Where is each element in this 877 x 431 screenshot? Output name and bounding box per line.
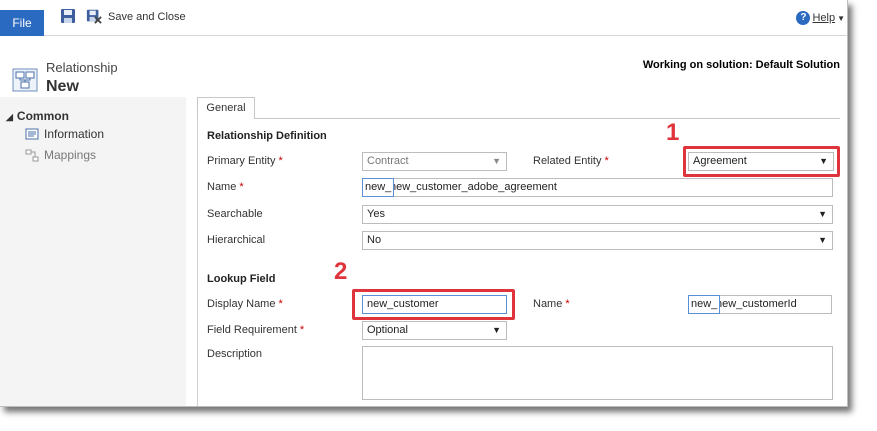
field-requirement-label: Field Requirement * bbox=[207, 324, 304, 336]
collapse-triangle-icon: ◢ bbox=[6, 112, 13, 122]
nav-item-information[interactable]: Information bbox=[25, 127, 104, 141]
chevron-down-icon: ▼ bbox=[837, 13, 845, 23]
section-title-relationship-definition: Relationship Definition bbox=[207, 130, 327, 142]
relationship-name-input[interactable]: new_customer_adobe_agreement bbox=[362, 178, 833, 197]
nav-section-label: Common bbox=[16, 109, 69, 123]
mappings-icon bbox=[25, 149, 39, 161]
hierarchical-value: No bbox=[367, 234, 382, 246]
nav-section-common[interactable]: ◢ Common bbox=[6, 109, 69, 123]
display-name-label-text: Display Name bbox=[207, 298, 276, 310]
primary-entity-label-text: Primary Entity bbox=[207, 155, 276, 167]
searchable-label: Searchable bbox=[207, 208, 263, 220]
nav-item-label: Mappings bbox=[44, 148, 97, 162]
required-marker: * bbox=[299, 324, 305, 336]
required-marker: * bbox=[278, 298, 283, 310]
left-navigation: ◢ Common Information Mappings bbox=[0, 97, 186, 406]
name-prefix: new_ bbox=[362, 178, 395, 197]
related-entity-label-text: Related Entity bbox=[533, 155, 602, 167]
help-label: Help bbox=[812, 12, 836, 24]
nav-item-label: Information bbox=[44, 127, 105, 141]
help-icon: ? bbox=[796, 11, 811, 25]
required-marker: * bbox=[278, 155, 283, 167]
dropdown-arrow-icon: ▼ bbox=[492, 325, 501, 335]
field-requirement-select[interactable]: Optional ▼ bbox=[362, 321, 507, 340]
lookup-name-prefix: new_ bbox=[688, 295, 721, 314]
tab-general[interactable]: General bbox=[197, 97, 255, 119]
required-marker: * bbox=[565, 298, 570, 310]
highlight-box-display-name bbox=[352, 289, 515, 320]
lookup-name-value: new_customerId bbox=[716, 298, 797, 310]
dropdown-arrow-icon: ▼ bbox=[492, 156, 501, 166]
required-marker: * bbox=[604, 155, 609, 167]
searchable-select[interactable]: Yes ▼ bbox=[362, 205, 833, 224]
help-button[interactable]: ? Help ▼ bbox=[796, 11, 845, 25]
primary-entity-select: Contract ▼ bbox=[362, 152, 507, 171]
entity-type-label: Relationship bbox=[46, 60, 118, 75]
dropdown-arrow-icon: ▼ bbox=[818, 235, 827, 245]
searchable-value: Yes bbox=[367, 208, 385, 220]
save-icon[interactable] bbox=[60, 8, 76, 24]
primary-entity-value: Contract bbox=[367, 155, 409, 167]
display-name-label: Display Name * bbox=[207, 298, 283, 310]
field-requirement-value: Optional bbox=[367, 324, 408, 336]
name-label: Name * bbox=[207, 181, 244, 193]
hierarchical-select[interactable]: No ▼ bbox=[362, 231, 833, 250]
command-bar: File Save and Close ? Help ▼ bbox=[0, 0, 847, 36]
record-title: New bbox=[46, 78, 79, 95]
lookup-name-label-text: Name bbox=[533, 298, 563, 310]
dropdown-arrow-icon: ▼ bbox=[818, 209, 827, 219]
description-textarea[interactable] bbox=[362, 346, 833, 400]
relationship-name-value: new_customer_adobe_agreement bbox=[390, 181, 557, 193]
highlight-box-related-entity bbox=[683, 146, 840, 177]
relationship-form-window: File Save and Close ? Help ▼ Relationshi… bbox=[0, 0, 848, 407]
nav-item-mappings[interactable]: Mappings bbox=[25, 148, 96, 162]
tab-panel-border bbox=[197, 118, 198, 406]
name-label-text: Name bbox=[207, 181, 237, 193]
required-marker: * bbox=[239, 181, 244, 193]
save-and-close-icon[interactable] bbox=[86, 8, 102, 24]
relationship-entity-icon bbox=[12, 68, 38, 92]
field-requirement-label-text: Field Requirement bbox=[207, 324, 297, 336]
information-icon bbox=[25, 128, 39, 140]
callout-number-1: 1 bbox=[666, 119, 680, 146]
lookup-name-label: Name * bbox=[533, 298, 570, 310]
callout-number-2: 2 bbox=[334, 258, 348, 285]
related-entity-label: Related Entity * bbox=[533, 155, 609, 167]
hierarchical-label: Hierarchical bbox=[207, 234, 266, 246]
tab-divider bbox=[255, 118, 840, 119]
save-and-close-button[interactable]: Save and Close bbox=[108, 11, 186, 23]
section-title-lookup-field: Lookup Field bbox=[207, 273, 276, 285]
description-label: Description bbox=[207, 348, 263, 360]
solution-label: Working on solution: Default Solution bbox=[642, 59, 840, 71]
file-button[interactable]: File bbox=[0, 10, 44, 36]
primary-entity-label: Primary Entity * bbox=[207, 155, 283, 167]
